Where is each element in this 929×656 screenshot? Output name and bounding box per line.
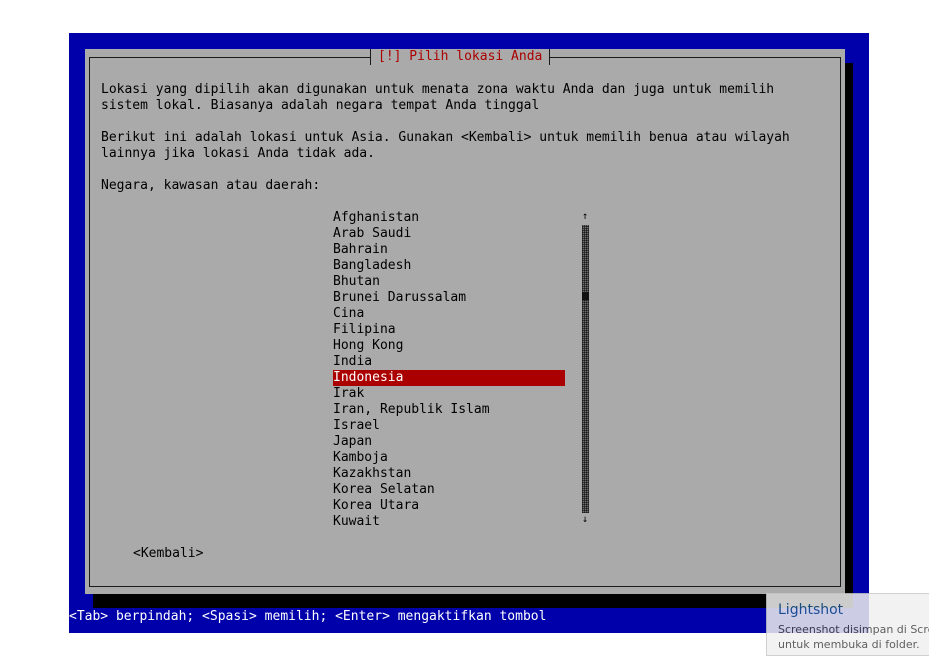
toast-message-line2: untuk membuka di folder. xyxy=(778,638,920,651)
scrollbar[interactable] xyxy=(582,225,589,513)
location-dialog: [!] Pilih lokasi Anda Lokasi yang dipili… xyxy=(85,49,845,594)
country-item[interactable]: Afghanistan xyxy=(333,210,565,226)
info-text-line2: lainnya jika lokasi Anda tidak ada. xyxy=(101,146,375,161)
country-item[interactable]: Bahrain xyxy=(333,242,565,258)
toast-message-line1: Screenshot disimpan di Scree xyxy=(778,623,929,636)
country-prompt: Negara, kawasan atau daerah: xyxy=(101,178,321,193)
country-item[interactable]: Israel xyxy=(333,418,565,434)
country-item[interactable]: India xyxy=(333,354,565,370)
country-item[interactable]: Kuwait xyxy=(333,514,565,530)
country-item[interactable]: Iran, Republik Islam xyxy=(333,402,565,418)
country-item[interactable]: Korea Selatan xyxy=(333,482,565,498)
scrollbar-thumb[interactable] xyxy=(582,292,589,300)
country-item[interactable]: Cina xyxy=(333,306,565,322)
scroll-up-icon[interactable]: ↑ xyxy=(579,211,591,223)
country-item-selected[interactable]: Indonesia xyxy=(333,370,565,386)
country-item[interactable]: Arab Saudi xyxy=(333,226,565,242)
scroll-down-icon[interactable]: ↓ xyxy=(579,514,591,526)
country-item[interactable]: Hong Kong xyxy=(333,338,565,354)
intro-text-line2: sistem lokal. Biasanya adalah negara tem… xyxy=(101,98,540,113)
country-item[interactable]: Brunei Darussalam xyxy=(333,290,565,306)
toast-title: Lightshot xyxy=(778,602,844,618)
country-item[interactable]: Filipina xyxy=(333,322,565,338)
country-item[interactable]: Korea Utara xyxy=(333,498,565,514)
country-item[interactable]: Bangladesh xyxy=(333,258,565,274)
country-item[interactable]: Kazakhstan xyxy=(333,466,565,482)
info-text-line1: Berikut ini adalah lokasi untuk Asia. Gu… xyxy=(101,130,790,145)
dialog-title: [!] Pilih lokasi Anda xyxy=(370,49,551,65)
country-item[interactable]: Bhutan xyxy=(333,274,565,290)
intro-text-line1: Lokasi yang dipilih akan digunakan untuk… xyxy=(101,82,775,97)
lightshot-notification[interactable]: Lightshot Screenshot disimpan di Scree u… xyxy=(766,593,929,656)
country-item[interactable]: Kamboja xyxy=(333,450,565,466)
country-item[interactable]: Japan xyxy=(333,434,565,450)
help-bar: <Tab> berpindah; <Spasi> memilih; <Enter… xyxy=(69,609,869,625)
country-item[interactable]: Irak xyxy=(333,386,565,402)
installer-screen: [!] Pilih lokasi Anda Lokasi yang dipili… xyxy=(69,33,869,633)
back-button[interactable]: <Kembali> xyxy=(133,546,203,562)
